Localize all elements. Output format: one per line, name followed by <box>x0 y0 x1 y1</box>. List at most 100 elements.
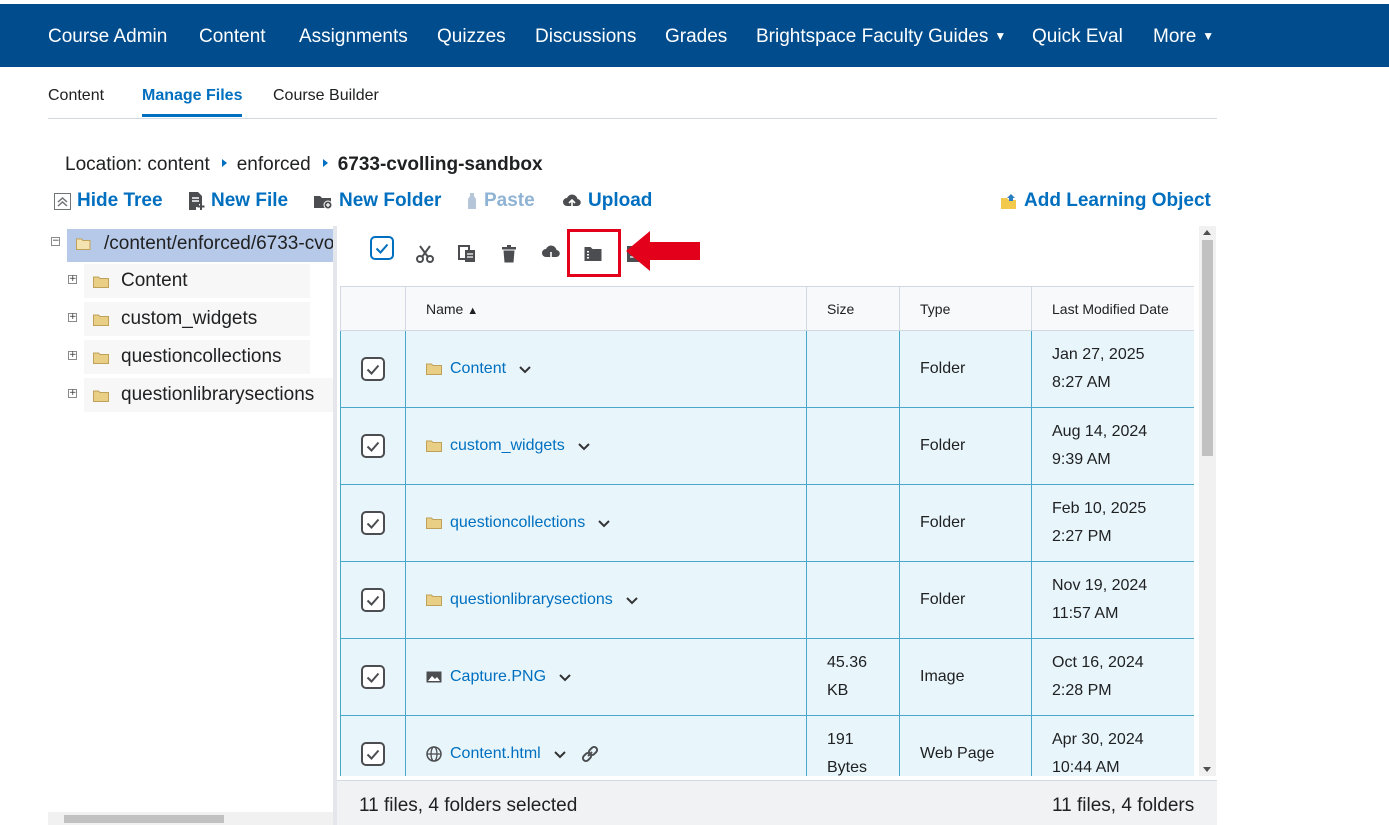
top-navigation: Course Admin Content Assignments Quizzes… <box>0 0 1389 67</box>
time-value: 10:44 AM <box>1052 759 1120 776</box>
highlight-box <box>567 229 621 277</box>
table-row[interactable]: Capture.PNG 45.36 KB Image Oct 16, 2024 2:… <box>340 638 1194 716</box>
size-cell <box>806 561 900 639</box>
table-row[interactable]: questioncollections Folder Feb 10, 2025 2… <box>340 484 1194 562</box>
copy-icon <box>458 245 475 262</box>
nav-course-admin[interactable]: Course Admin <box>48 26 167 48</box>
file-name-link[interactable]: questionlibrarysections <box>450 591 613 609</box>
nav-discussions[interactable]: Discussions <box>535 26 636 48</box>
nav-quizzes[interactable]: Quizzes <box>437 26 506 48</box>
file-name-link[interactable]: Capture.PNG <box>450 668 546 686</box>
collapse-icon[interactable]: − <box>51 237 60 246</box>
scroll-down-icon[interactable] <box>1203 767 1211 772</box>
file-name-link[interactable]: custom_widgets <box>450 437 565 455</box>
check-icon <box>366 364 380 375</box>
download-button[interactable] <box>536 226 566 282</box>
hide-tree-label: Hide Tree <box>77 190 163 211</box>
nav-more-label: More <box>1153 26 1197 47</box>
row-checkbox[interactable] <box>361 742 385 766</box>
header-name[interactable]: Name ▲ <box>405 286 807 331</box>
name-cell: questioncollections <box>405 484 807 562</box>
sub-tabs: Content Manage Files Course Builder <box>48 67 1217 119</box>
nav-quick-eval[interactable]: Quick Eval <box>1032 26 1123 48</box>
expand-icon[interactable]: + <box>68 275 77 284</box>
tab-course-builder[interactable]: Course Builder <box>273 87 379 105</box>
delete-button[interactable] <box>494 226 524 282</box>
type-cell: Folder <box>899 561 1032 639</box>
nav-faculty-guides[interactable]: Brightspace Faculty Guides ▼ <box>756 26 1006 48</box>
file-table: Name ▲ Size Type Last Modified Date Cont… <box>340 286 1194 776</box>
link-icon[interactable] <box>581 745 599 763</box>
new-folder-label: New Folder <box>339 190 442 211</box>
tab-manage-files[interactable]: Manage Files <box>142 87 243 117</box>
copy-button[interactable] <box>452 226 482 282</box>
paste-button[interactable]: Paste <box>466 190 535 212</box>
scrollbar-thumb[interactable] <box>64 815 224 823</box>
chevron-down-icon[interactable] <box>625 596 639 605</box>
time-value: 2:28 PM <box>1052 682 1112 699</box>
row-checkbox[interactable] <box>361 511 385 535</box>
red-arrow-icon <box>626 231 700 271</box>
hide-tree-button[interactable]: Hide Tree <box>54 190 163 212</box>
size-value: 45.36 <box>827 654 868 671</box>
time-value: 2:27 PM <box>1052 528 1112 545</box>
header-modified[interactable]: Last Modified Date <box>1031 286 1194 331</box>
header-size[interactable]: Size <box>806 286 900 331</box>
table-row[interactable]: Content.html 191 Bytes Web Page Apr 30, 2… <box>340 715 1194 776</box>
delete-icon <box>502 245 516 263</box>
folder-icon <box>93 314 109 326</box>
add-learning-object-button[interactable]: Add Learning Object <box>1000 190 1211 212</box>
scrollbar-thumb[interactable] <box>1202 240 1213 456</box>
new-file-icon <box>189 192 205 210</box>
expand-icon[interactable]: + <box>68 351 77 360</box>
table-row[interactable]: questionlibrarysections Folder Nov 19, 2… <box>340 561 1194 639</box>
tree-root-label[interactable]: /content/enforced/6733-cvolling-sandbox <box>104 233 333 255</box>
name-cell: Content.html <box>405 715 807 776</box>
breadcrumb-enforced[interactable]: enforced <box>237 154 311 175</box>
cut-button[interactable] <box>410 226 440 282</box>
file-name-link[interactable]: Content.html <box>450 745 541 763</box>
nav-grades[interactable]: Grades <box>665 26 727 48</box>
row-checkbox[interactable] <box>361 434 385 458</box>
chevron-down-icon[interactable] <box>518 365 532 374</box>
folder-icon <box>93 390 109 402</box>
row-select-cell <box>340 715 406 776</box>
tab-content[interactable]: Content <box>48 87 104 105</box>
type-cell: Image <box>899 638 1032 716</box>
nav-content[interactable]: Content <box>199 26 266 48</box>
chevron-down-icon[interactable] <box>577 442 591 451</box>
chevron-down-icon[interactable] <box>553 750 567 759</box>
chevron-down-icon[interactable] <box>558 673 572 682</box>
new-file-button[interactable]: New File <box>187 190 288 212</box>
file-list-vertical-scrollbar[interactable] <box>1199 226 1216 776</box>
file-name-link[interactable]: questioncollections <box>450 514 585 532</box>
upload-button[interactable]: Upload <box>562 190 652 212</box>
size-cell: 45.36 KB <box>806 638 900 716</box>
table-row[interactable]: Content Folder Jan 27, 2025 8:27 AM <box>340 330 1194 408</box>
folder-icon <box>426 594 442 606</box>
nav-assignments[interactable]: Assignments <box>299 26 408 48</box>
select-all-checkbox[interactable] <box>367 220 397 276</box>
row-checkbox[interactable] <box>361 665 385 689</box>
header-select <box>340 286 406 331</box>
header-type[interactable]: Type <box>899 286 1032 331</box>
size-cell <box>806 330 900 408</box>
folder-icon <box>426 517 442 529</box>
row-checkbox[interactable] <box>361 357 385 381</box>
file-name-link[interactable]: Content <box>450 360 506 378</box>
nav-more[interactable]: More ▼ <box>1153 26 1214 48</box>
table-row[interactable]: custom_widgets Folder Aug 14, 2024 9:39 A… <box>340 407 1194 485</box>
breadcrumb: Location: content enforced 6733-cvolling-s… <box>65 154 543 176</box>
row-checkbox[interactable] <box>361 588 385 612</box>
pane-splitter[interactable] <box>333 226 337 825</box>
chevron-down-icon[interactable] <box>597 519 611 528</box>
tree-item-content[interactable] <box>84 264 310 298</box>
tree-item-label: Content <box>121 270 188 291</box>
type-cell: Folder <box>899 407 1032 485</box>
tree-horizontal-scrollbar[interactable] <box>48 812 333 825</box>
expand-icon[interactable]: + <box>68 313 77 322</box>
new-folder-button[interactable]: New Folder <box>313 190 441 212</box>
expand-icon[interactable]: + <box>68 389 77 398</box>
scroll-up-icon[interactable] <box>1203 230 1211 235</box>
breadcrumb-content[interactable]: content <box>147 154 209 175</box>
